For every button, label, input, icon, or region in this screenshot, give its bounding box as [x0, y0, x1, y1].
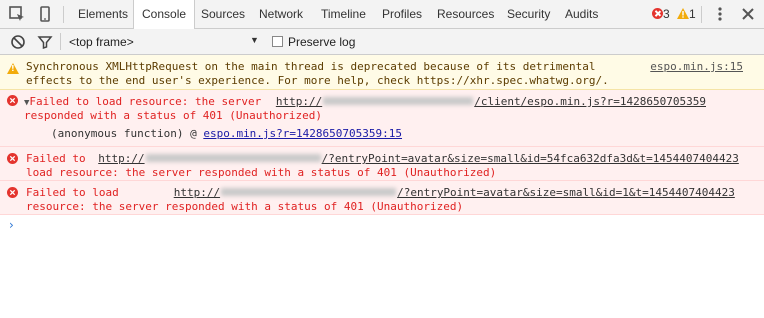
toolbar-divider	[63, 6, 64, 23]
error-icon	[7, 95, 18, 106]
tab-elements[interactable]: Elements	[78, 0, 128, 28]
message-text: responded with a status of 401 (Unauthor…	[24, 109, 323, 122]
message-text: Failed to load	[26, 186, 119, 199]
device-mode-icon[interactable]	[36, 5, 54, 23]
clear-console-icon[interactable]	[9, 33, 27, 51]
error-line-1: ▼Failed to load resource: the server htt…	[24, 95, 706, 108]
error-icon	[7, 187, 18, 198]
resource-url[interactable]: http:///?entryPoint=avatar&size=small&id…	[174, 186, 735, 199]
tab-profiles[interactable]: Profiles	[382, 0, 422, 28]
source-link[interactable]: espo.min.js:15	[650, 60, 743, 73]
console-prompt[interactable]: ›	[9, 218, 14, 232]
stack-source-link[interactable]: espo.min.js?r=1428650705359:15	[203, 127, 402, 140]
console-error-message: Failed to http:///?entryPoint=avatar&siz…	[0, 147, 764, 181]
devtools-tab-bar: Elements Console Sources Network Timelin…	[0, 0, 764, 29]
preserve-log-label: Preserve log	[288, 35, 356, 49]
tab-network[interactable]: Network	[259, 0, 303, 28]
message-text: Synchronous XMLHttpRequest on the main t…	[26, 60, 596, 73]
console-error-message: Failed to load http:///?entryPoint=avatar…	[0, 181, 764, 215]
console-toolbar: <top frame> ▼ Preserve log	[0, 29, 764, 55]
redacted-host	[323, 97, 474, 105]
inspect-element-icon[interactable]	[8, 5, 26, 23]
preserve-log-checkbox[interactable]	[272, 36, 283, 47]
resource-url[interactable]: http:///client/espo.min.js?r=14286507053…	[276, 95, 706, 108]
redacted-host	[221, 188, 397, 196]
warning-icon	[677, 8, 689, 19]
resource-url[interactable]: http:///?entryPoint=avatar&size=small&id…	[98, 152, 739, 165]
message-text: resource: the server responded with a st…	[26, 200, 464, 213]
warning-count[interactable]: 1	[677, 7, 696, 21]
stack-trace: (anonymous function) @ espo.min.js?r=142…	[51, 127, 403, 140]
message-text: effects to the end user's experience. Fo…	[26, 74, 609, 87]
error-line-1: Failed to load http:///?entryPoint=avatar…	[26, 186, 735, 199]
toolbar-divider	[60, 33, 61, 50]
error-count-value: 3	[663, 7, 670, 21]
message-text: Failed to	[26, 152, 93, 165]
tab-console[interactable]: Console	[133, 0, 196, 29]
dropdown-arrow-icon[interactable]: ▼	[250, 35, 259, 45]
tab-timeline[interactable]: Timeline	[321, 0, 366, 28]
error-line-1: Failed to http:///?entryPoint=avatar&siz…	[26, 152, 739, 165]
redacted-host	[145, 154, 321, 162]
warning-icon	[7, 63, 19, 74]
tab-sources[interactable]: Sources	[201, 0, 245, 28]
warning-count-value: 1	[689, 7, 696, 21]
close-icon[interactable]	[739, 5, 757, 23]
message-text: load resource: the server responded with…	[26, 166, 497, 179]
frame-selector[interactable]: <top frame>	[69, 35, 134, 49]
tab-audits[interactable]: Audits	[565, 0, 598, 28]
error-icon	[652, 8, 663, 19]
console-error-message: ▼Failed to load resource: the server htt…	[0, 90, 764, 147]
console-warning-message: Synchronous XMLHttpRequest on the main t…	[0, 55, 764, 90]
tab-resources[interactable]: Resources	[437, 0, 494, 28]
error-count[interactable]: 3	[652, 7, 670, 21]
tab-security[interactable]: Security	[507, 0, 550, 28]
message-text: Failed to load resource: the server	[29, 95, 268, 108]
more-options-icon[interactable]	[711, 5, 729, 23]
toolbar-divider	[701, 6, 702, 23]
filter-icon[interactable]	[36, 33, 54, 51]
error-icon	[7, 153, 18, 164]
